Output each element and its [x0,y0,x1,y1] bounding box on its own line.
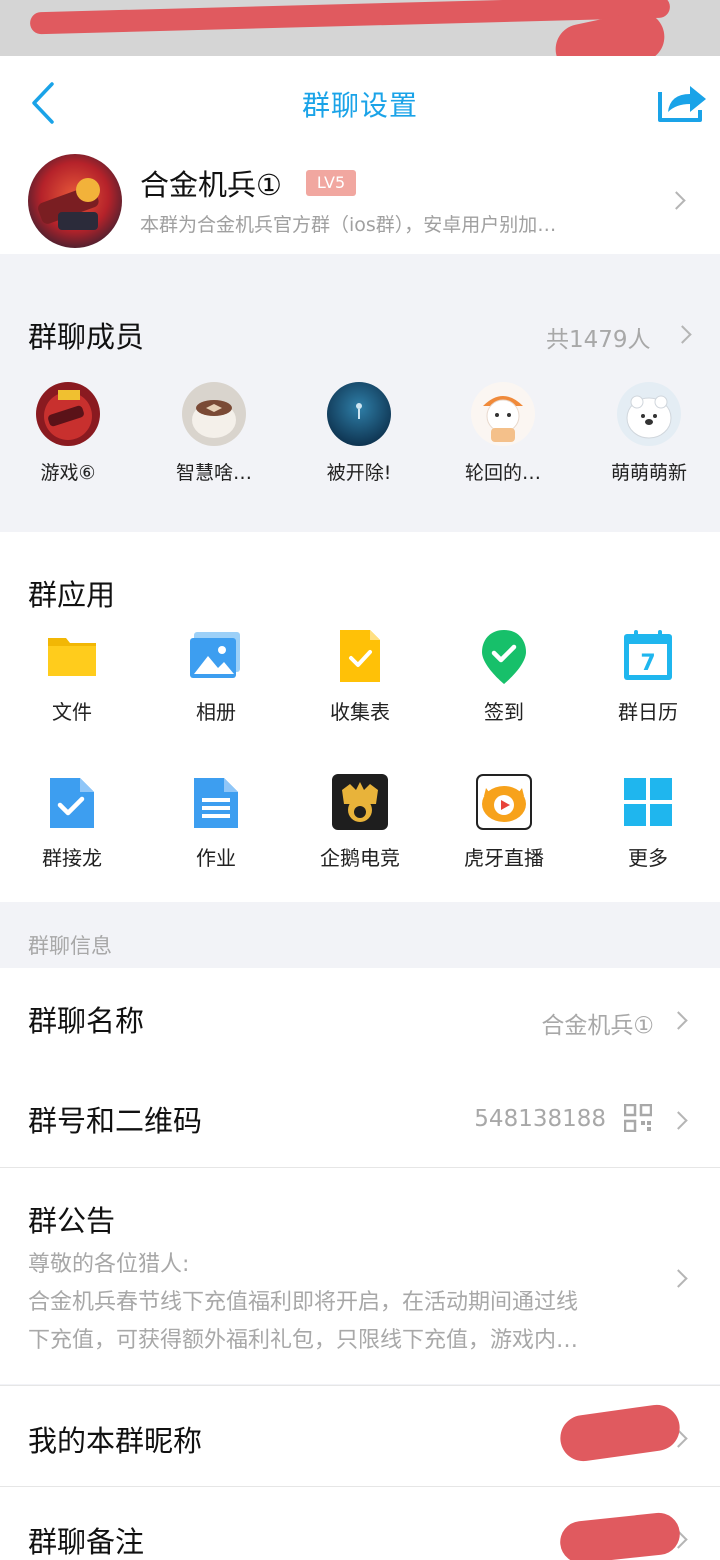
calendar-icon: 7 [620,628,676,684]
relay-icon [44,774,100,830]
row-title: 群聊备注 [28,1525,145,1559]
app-label: 更多 [628,846,668,870]
notice-line: 下充值，可获得额外福利礼包，只限线下充值，游戏内… [28,1328,579,1353]
group-header[interactable]: 合金机兵① LV5 本群为合金机兵官方群（ios群），安卓用户别加… [0,148,720,254]
member-name: 被开除! [326,462,392,484]
chevron-right-icon [667,191,686,210]
member-name: 轮回的… [464,462,541,484]
notice-line: 尊敬的各位猎人: [28,1252,190,1277]
member-avatar [617,382,681,446]
huya-live-icon [476,774,532,830]
row-title: 群号和二维码 [28,1104,203,1138]
member-name: 智慧啥… [175,462,252,484]
app-label: 文件 [52,700,92,724]
members-title: 群聊成员 [28,320,145,354]
app-label: 群接龙 [42,846,102,870]
app-files[interactable]: 文件 [12,628,132,725]
chevron-right-icon [669,1011,688,1030]
member-item[interactable]: 游戏⑥ [8,382,128,485]
member-name: 游戏⑥ [40,462,96,484]
member-avatar [471,382,535,446]
member-item[interactable]: 轮回的… [443,382,563,485]
app-more[interactable]: 更多 [588,774,708,871]
level-badge: LV5 [306,170,356,196]
app-huya-live[interactable]: 虎牙直播 [444,774,564,871]
members-section: 群聊成员 共1479人 游戏⑥ 智慧啥… 被开除! 轮回的… 萌萌萌新 [0,294,720,504]
member-avatar [327,382,391,446]
more-apps-icon [620,774,676,830]
chevron-right-icon [673,325,692,344]
apps-section: 群应用 文件 相册 收集表 签到 7 群日历 群接龙 作业 企鹅电竞 虎牙直播 … [0,532,720,902]
app-label: 签到 [484,700,524,724]
app-penguin-esports[interactable]: 企鹅电竞 [300,774,420,871]
photo-album-icon [188,628,244,684]
app-label: 作业 [196,846,236,870]
member-item[interactable]: 被开除! [299,382,419,485]
qr-code-icon [623,1103,653,1133]
app-label: 企鹅电竞 [320,846,400,870]
app-calendar[interactable]: 7 群日历 [588,628,708,725]
app-homework[interactable]: 作业 [156,774,276,871]
folder-icon [44,628,100,684]
status-bar [0,0,720,79]
app-label: 收集表 [330,700,390,724]
group-avatar [28,154,122,248]
share-button[interactable] [656,80,708,126]
app-check-in[interactable]: 签到 [444,628,564,725]
members-count[interactable]: 共1479人 [546,320,651,354]
nav-bar: 群聊设置 [0,56,720,148]
group-name-value: 合金机兵① [541,1013,654,1039]
member-item[interactable]: 萌萌萌新 [589,382,709,485]
app-album[interactable]: 相册 [156,628,276,725]
page-title: 群聊设置 [301,89,418,122]
group-description: 本群为合金机兵官方群（ios群），安卓用户别加… [140,214,557,236]
member-item[interactable]: 智慧啥… [154,382,274,485]
member-avatar [36,382,100,446]
apps-title: 群应用 [28,578,116,612]
group-name-row[interactable]: 群聊名称 合金机兵① [0,968,720,1068]
app-relay[interactable]: 群接龙 [12,774,132,871]
app-label: 群日历 [618,700,678,724]
group-remark-row[interactable]: 群聊备注 [0,1487,720,1560]
redaction-scribble [557,1401,683,1465]
row-title: 我的本群昵称 [28,1424,203,1458]
member-name: 萌萌萌新 [610,462,687,484]
group-name: 合金机兵① [140,168,282,202]
homework-icon [188,774,244,830]
chevron-right-icon [669,1111,688,1130]
info-section-label: 群聊信息 [28,934,112,958]
collect-form-icon [332,628,388,684]
member-avatar [182,382,246,446]
redaction-scribble [558,1510,682,1560]
row-title: 群公告 [28,1204,116,1238]
penguin-esports-icon [332,774,388,830]
chevron-right-icon [669,1269,688,1288]
share-icon [658,86,706,122]
group-number-row[interactable]: 群号和二维码 548138188 [0,1068,720,1168]
app-collect-form[interactable]: 收集表 [300,628,420,725]
app-label: 虎牙直播 [464,846,544,870]
row-title: 群聊名称 [28,1004,145,1038]
app-label: 相册 [196,700,236,724]
check-in-icon [476,628,532,684]
group-notice-row[interactable]: 群公告 尊敬的各位猎人: 合金机兵春节线下充值福利即将开启，在活动期间通过线 下… [0,1168,720,1384]
svg-text:7: 7 [640,651,655,676]
notice-preview: 尊敬的各位猎人: 合金机兵春节线下充值福利即将开启，在活动期间通过线 下充值，可… [28,1246,668,1360]
my-nickname-row[interactable]: 我的本群昵称 [0,1386,720,1486]
notice-line: 合金机兵春节线下充值福利即将开启，在活动期间通过线 [28,1290,579,1315]
group-number-value: 548138188 [474,1106,606,1132]
